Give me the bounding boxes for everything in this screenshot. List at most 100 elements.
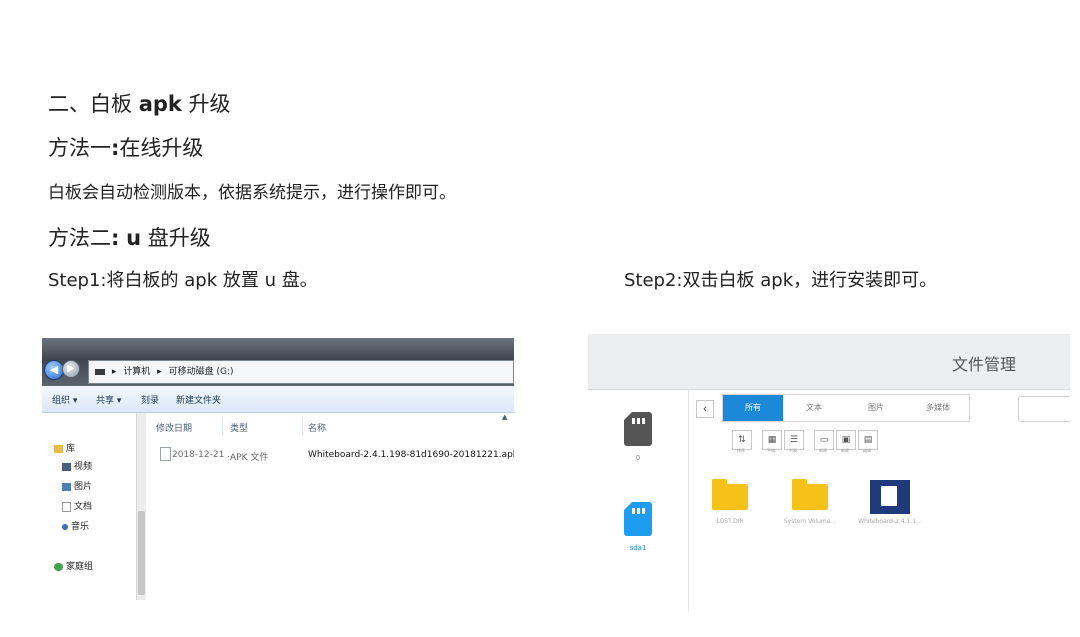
sidebar-item-music[interactable]: 音乐 [62, 519, 89, 532]
drive-icon [95, 368, 105, 375]
column-divider [222, 417, 223, 435]
sidebar-label: 文档 [74, 502, 93, 512]
method2-colon: : [111, 226, 120, 250]
column-header-name[interactable]: 名称 [308, 421, 326, 434]
path-separator: ▸ [157, 367, 162, 377]
sort-icon[interactable]: ⇅ [732, 430, 752, 450]
sdcard-icon[interactable] [624, 412, 652, 446]
video-icon [62, 462, 71, 471]
edit-icon[interactable]: ▤ [858, 430, 878, 450]
file-date: 2018-12-21 ... [172, 450, 236, 460]
file-icon [160, 447, 171, 461]
step1-apk: apk [184, 270, 218, 291]
column-divider [302, 417, 303, 435]
list-view-icon[interactable]: ☰ [784, 430, 804, 450]
share-button[interactable]: 共享 ▾ [96, 393, 121, 406]
breadcrumb-computer[interactable]: 计算机 [123, 367, 150, 377]
heading-text: 二、白板 [48, 92, 132, 116]
method2-u: u [126, 226, 142, 250]
sdcard-pin [637, 418, 640, 424]
file-type: APK 文件 [230, 453, 269, 463]
column-header-type[interactable]: 类型 [230, 421, 248, 434]
method1-description: 白板会自动检测版本，依据系统提示，进行操作即可。 [48, 183, 456, 203]
sidebar-label: 家庭组 [66, 562, 94, 572]
tab-all[interactable]: 所有 [723, 395, 783, 421]
file-type-tabs: 所有 文本 图片 多媒体 [722, 394, 970, 422]
method1-title: 在线升级 [119, 136, 204, 160]
new-file-icon[interactable]: ▣ [836, 430, 856, 450]
usb-sdcard-icon[interactable] [624, 502, 652, 536]
forward-arrow-icon[interactable]: ▶ [62, 360, 80, 378]
sidebar-scrollbar[interactable] [136, 413, 146, 600]
homegroup-icon [54, 562, 63, 571]
explorer-sidebar: 库 视频 图片 文档 音乐 家庭组 [42, 413, 136, 600]
grid-view-icon[interactable]: ▦ [762, 430, 782, 450]
heading-apk: apk [138, 92, 182, 116]
sidebar-item-documents[interactable]: 文档 [62, 499, 92, 512]
step2-text: Step2:双击白板 apk，进行安装即可。 [624, 266, 937, 292]
apk-icon[interactable] [870, 480, 910, 514]
step1-part1: 将白板的 [106, 270, 179, 291]
sidebar-item-pictures[interactable]: 图片 [62, 479, 92, 492]
sidebar-label: 图片 [74, 482, 93, 492]
tool-label: 排序 [737, 448, 745, 453]
pictures-icon [62, 482, 71, 491]
sidebar-label: 库 [66, 444, 76, 454]
sdcard-pin [642, 418, 645, 424]
search-input[interactable] [1018, 396, 1070, 422]
step2-apk: apk [760, 270, 794, 291]
path-separator: ▸ [111, 367, 117, 377]
back-arrow-icon[interactable]: ◀ [44, 360, 64, 380]
step1-u: u [264, 270, 277, 291]
burn-button[interactable]: 刻录 [141, 393, 159, 406]
new-folder-button[interactable]: 新建文件夹 [176, 393, 221, 406]
step1-part2: 放置 [222, 270, 259, 291]
tab-images[interactable]: 图片 [845, 395, 907, 421]
sdcard-pin [642, 508, 645, 514]
step2-label: Step2: [624, 270, 683, 291]
item-label-whiteboard-apk[interactable]: Whiteboard-2.4.1.1... [850, 518, 930, 525]
method2-heading: 方法二: u 盘升级 [48, 222, 211, 252]
method2-label: 方法二 [48, 226, 111, 250]
item-label-lost-dir[interactable]: LOST.DIR [690, 518, 770, 525]
tab-media[interactable]: 多媒体 [907, 395, 969, 421]
scrollbar-thumb[interactable] [138, 511, 145, 595]
tool-label: 新建 [841, 448, 849, 453]
sdcard-pin [637, 508, 640, 514]
method1-label: 方法一 [48, 136, 111, 160]
tool-label: 新建 [819, 448, 827, 453]
address-bar[interactable]: ▸ 计算机 ▸ 可移动磁盘 (G:) [88, 360, 514, 384]
library-icon [54, 444, 63, 453]
organize-button[interactable]: 组织 ▾ [52, 393, 77, 406]
sidebar-item-video[interactable]: 视频 [62, 459, 92, 472]
sidebar-label: 视频 [74, 462, 93, 472]
file-manager-screenshot: 文件管理 0 sda1 ‹ 所有 文本 图片 多媒体 ⇅ 排序 ▦ 平铺 ☰ 列… [588, 334, 1070, 612]
tab-text[interactable]: 文本 [783, 395, 845, 421]
step2-part1: 双击白板 [682, 270, 755, 291]
step1-part3: 盘。 [281, 270, 318, 291]
sdcard-pin [632, 508, 635, 514]
folder-icon[interactable] [792, 479, 828, 510]
new-folder-icon[interactable]: ▭ [814, 430, 834, 450]
storage-label-usb: sda1 [629, 544, 647, 552]
documents-icon [62, 501, 71, 512]
method2-title: 盘升级 [147, 226, 211, 250]
tool-label: 列表 [789, 448, 797, 453]
section-heading: 二、白板 apk 升级 [48, 88, 231, 118]
breadcrumb-drive[interactable]: 可移动磁盘 (G:) [169, 367, 234, 377]
step1-label: Step1: [48, 270, 107, 291]
column-header-date[interactable]: 修改日期 [156, 421, 192, 434]
sidebar-item-homegroup[interactable]: 家庭组 [54, 559, 93, 572]
step1-text: Step1:将白板的 apk 放置 u 盘。 [48, 266, 318, 292]
file-name[interactable]: Whiteboard-2.4.1.198-81d1690-20181221.ap… [308, 450, 514, 460]
step2-part2: ，进行安装即可。 [793, 270, 938, 291]
sidebar-label: 音乐 [71, 522, 90, 532]
file-manager-title: 文件管理 [951, 355, 1016, 374]
storage-sidebar: 0 sda1 [588, 390, 689, 612]
item-label-system-volume[interactable]: System Volume... [770, 518, 850, 525]
sidebar-item-library[interactable]: 库 [54, 441, 75, 454]
back-chevron-icon[interactable]: ‹ [696, 400, 714, 418]
music-icon [62, 523, 68, 530]
folder-icon[interactable] [712, 479, 748, 510]
sdcard-pin [632, 418, 635, 424]
